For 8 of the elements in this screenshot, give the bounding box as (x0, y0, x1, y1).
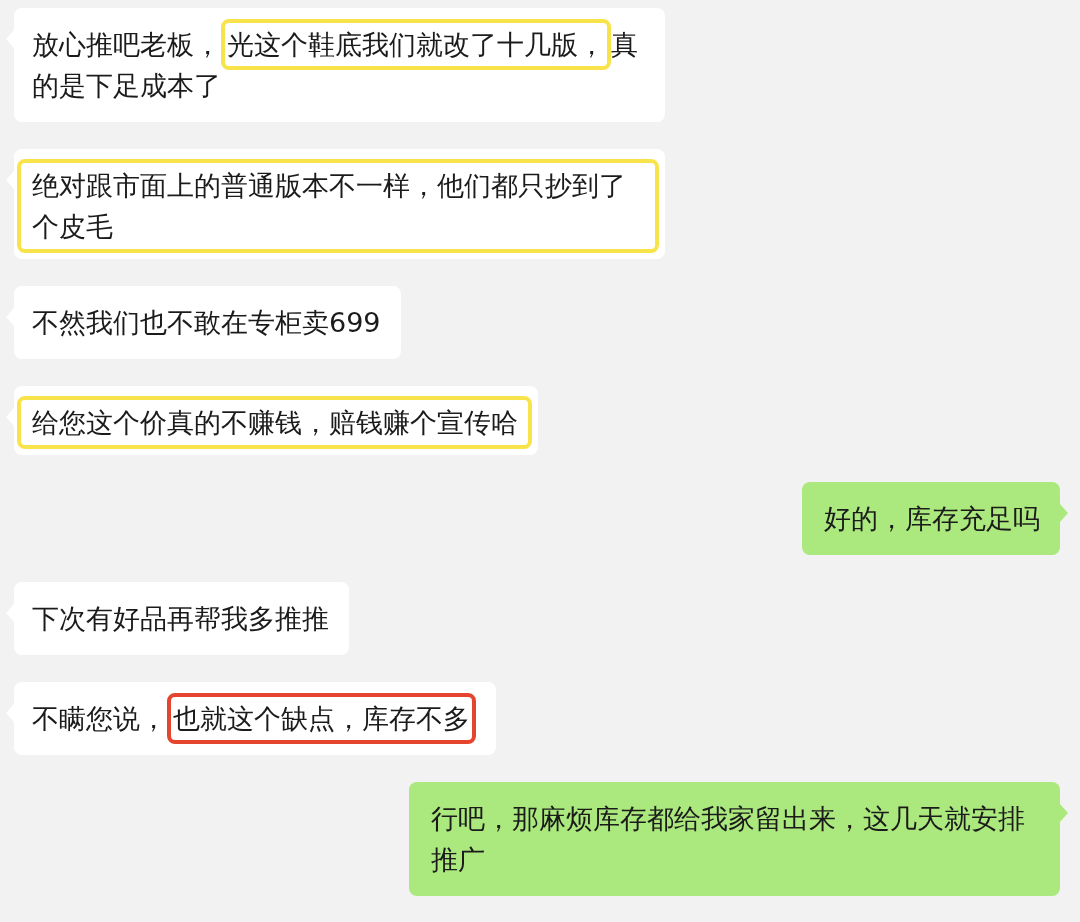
message-text: 下次有好品再帮我多推推 (32, 602, 329, 636)
message-text: 不然我们也不敢在专柜卖699 (32, 306, 381, 340)
highlight-frame: 也就这个缺点，库存不多 (167, 693, 476, 744)
highlight-frame: 光这个鞋底我们就改了十几版， (221, 19, 611, 70)
message-text: 绝对跟市面上的普通版本不一样，他们都只抄到了个皮毛 (32, 169, 627, 244)
message-text: 给您这个价真的不赚钱，赔钱赚个宣传哈 (32, 406, 518, 440)
message-text: 行吧，那麻烦库存都给我家留出来，这几天就安排推广 (431, 802, 1026, 877)
message-text: 好的，库存充足吗 (824, 502, 1040, 536)
